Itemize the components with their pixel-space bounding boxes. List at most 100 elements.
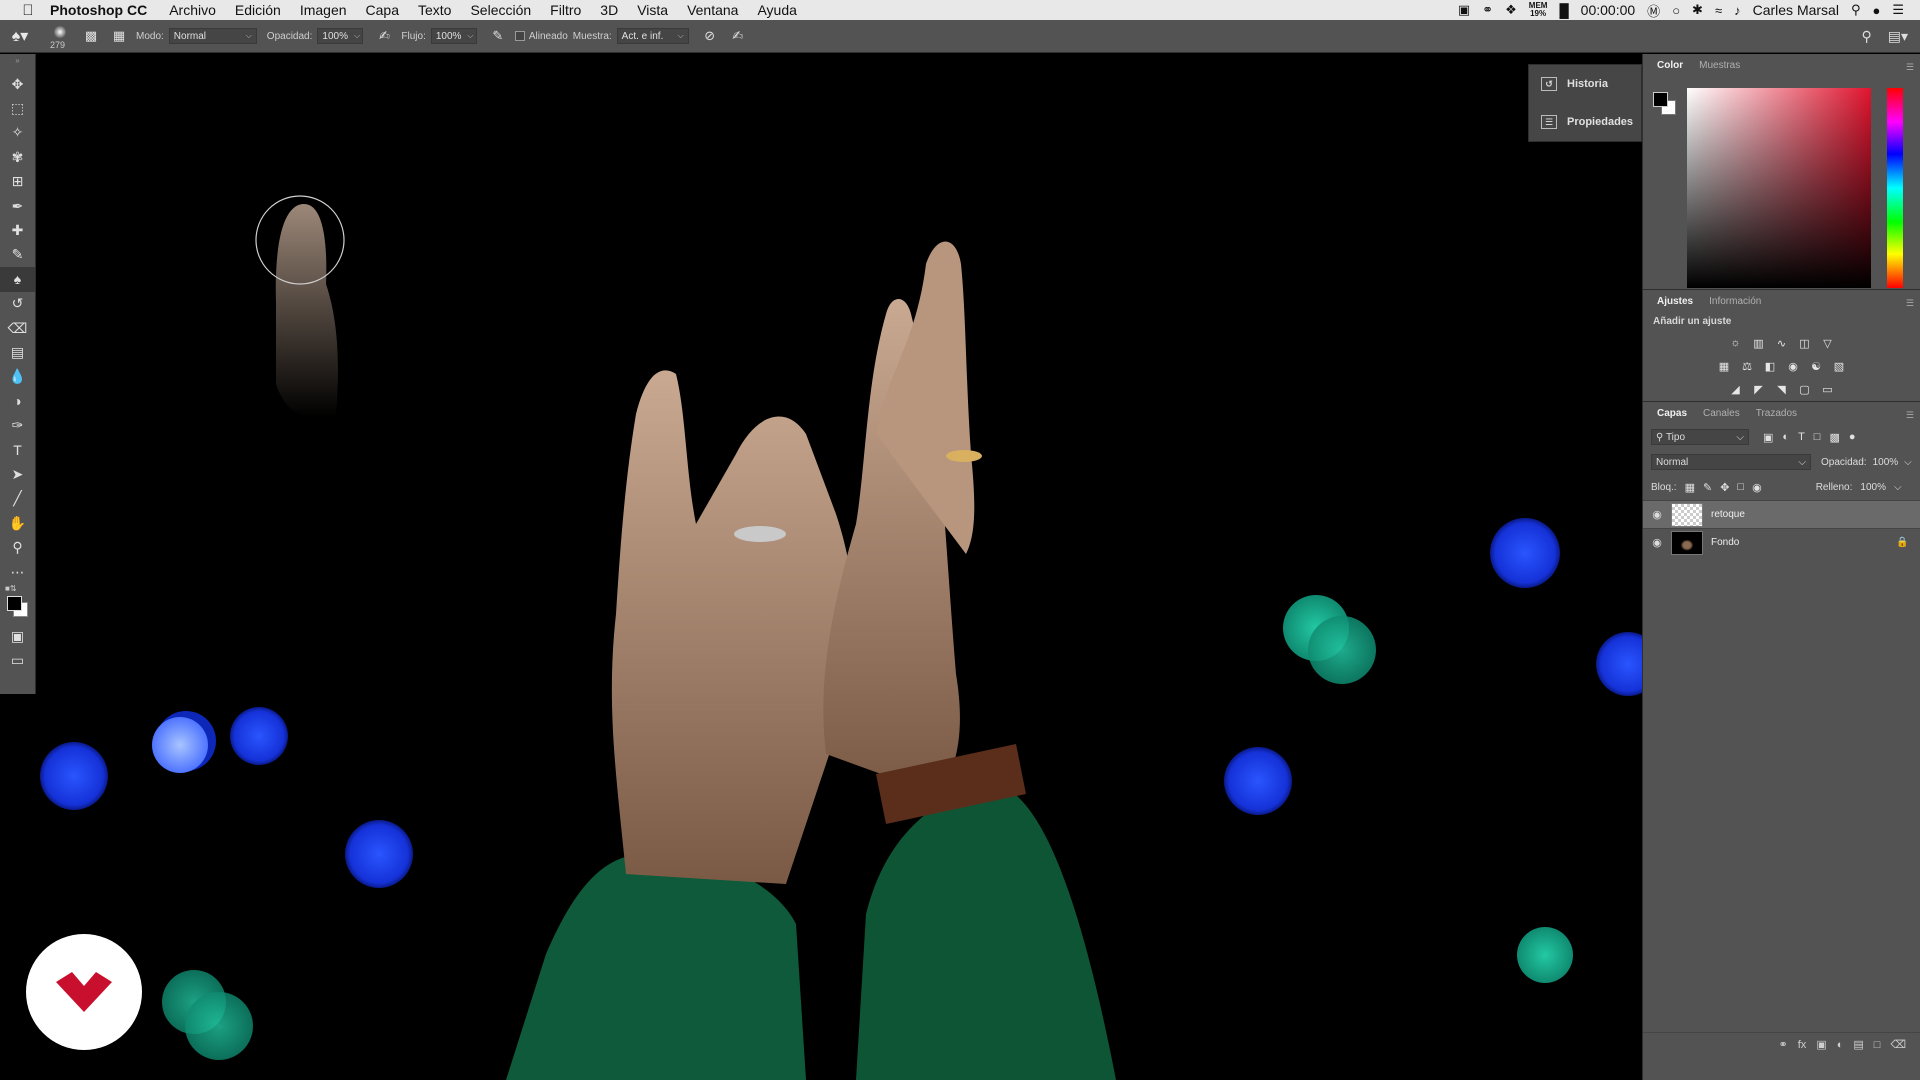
threshold-icon[interactable]: ◥ <box>1774 382 1790 396</box>
selective-color-icon[interactable]: ▢ <box>1797 382 1813 396</box>
properties-panel-button[interactable]: ☰ Propiedades <box>1529 103 1641 141</box>
pressure-opacity-icon[interactable]: ✍ <box>373 27 395 45</box>
airbrush-icon[interactable]: ✎ <box>487 27 509 45</box>
document-canvas[interactable] <box>36 54 1642 1080</box>
user-name[interactable]: Carles Marsal <box>1753 2 1839 18</box>
tab-swatches[interactable]: Muestras <box>1691 60 1748 76</box>
add-mask-icon[interactable]: ▣ <box>1816 1038 1826 1051</box>
shape-filter-icon[interactable]: □ <box>1814 431 1821 444</box>
foreground-color-swatch[interactable] <box>7 596 22 612</box>
ignore-adjustment-layers-icon[interactable]: ⊘ <box>699 27 721 45</box>
menu-filtro[interactable]: Filtro <box>550 2 581 18</box>
clone-stamp-tool-icon[interactable]: ♠ <box>0 267 35 292</box>
tab-paths[interactable]: Trazados <box>1748 408 1805 424</box>
tab-color[interactable]: Color <box>1649 60 1691 76</box>
dodge-tool-icon[interactable]: ◑ <box>0 389 35 413</box>
tab-channels[interactable]: Canales <box>1695 408 1748 424</box>
search-icon[interactable]: ⚲ <box>1861 28 1871 45</box>
m-icon[interactable]: Ⓜ <box>1647 1 1660 20</box>
vibrance-icon[interactable]: ▽ <box>1820 336 1836 350</box>
layer-row-fondo[interactable]: ◉ Fondo 🔒 <box>1643 528 1920 556</box>
hand-tool-icon[interactable]: ✋ <box>0 511 35 535</box>
line-tool-icon[interactable]: ╱ <box>0 487 35 511</box>
lock-transparency-icon[interactable]: ▦ <box>1685 481 1695 494</box>
panel-menu-icon[interactable]: ☰ <box>1906 410 1914 421</box>
filter-toggle-icon[interactable]: ● <box>1849 431 1856 444</box>
layer-opacity-field[interactable]: 100% <box>1873 455 1899 469</box>
app-name-menu[interactable]: Photoshop CC <box>50 2 147 18</box>
lock-pixels-icon[interactable]: ✎ <box>1703 481 1712 494</box>
link-layers-icon[interactable]: ⚭ <box>1779 1038 1788 1051</box>
type-filter-icon[interactable]: T <box>1798 431 1805 444</box>
channel-mixer-icon[interactable]: ☯ <box>1808 359 1824 373</box>
wc-icon[interactable]: █ <box>1559 3 1568 18</box>
history-panel-button[interactable]: ↺ Historia <box>1529 65 1641 103</box>
menu-ayuda[interactable]: Ayuda <box>757 2 796 18</box>
brush-preset-picker[interactable]: 279 <box>40 20 80 53</box>
menu-edicion[interactable]: Edición <box>235 2 281 18</box>
panel-menu-icon[interactable]: ☰ <box>1906 62 1914 73</box>
quick-mask-icon[interactable]: ▣ <box>0 624 35 648</box>
photo-filter-icon[interactable]: ◉ <box>1785 359 1801 373</box>
more-tools-icon[interactable]: ⋯ <box>0 560 35 584</box>
move-tool-icon[interactable]: ✥ <box>0 72 35 96</box>
menu-vista[interactable]: Vista <box>637 2 668 18</box>
gradient-map-icon[interactable]: ▭ <box>1820 382 1836 396</box>
menu-texto[interactable]: Texto <box>418 2 451 18</box>
zoom-tool-icon[interactable]: ⚲ <box>0 535 35 559</box>
invert-icon[interactable]: ◢ <box>1728 382 1744 396</box>
layer-name[interactable]: Fondo <box>1711 537 1896 548</box>
eraser-tool-icon[interactable]: ⌫ <box>0 316 35 340</box>
tab-adjustments[interactable]: Ajustes <box>1649 296 1701 312</box>
pen-tool-icon[interactable]: ✑ <box>0 413 35 437</box>
blend-mode-select[interactable]: Normal ⌵ <box>1651 454 1811 470</box>
lock-position-icon[interactable]: ✥ <box>1720 481 1729 494</box>
aligned-checkbox[interactable] <box>514 31 525 41</box>
healing-brush-tool-icon[interactable]: ✚ <box>0 218 35 242</box>
flow-field[interactable]: 100% ⌵ <box>430 28 477 44</box>
chat-icon[interactable]: ○ <box>1672 3 1680 18</box>
curves-icon[interactable]: ∿ <box>1774 336 1790 350</box>
brightness-contrast-icon[interactable]: ☼ <box>1728 336 1744 350</box>
eye-icon[interactable]: ◉ <box>1643 508 1671 521</box>
volume-icon[interactable]: ♪ <box>1734 3 1741 18</box>
menu-3d[interactable]: 3D <box>600 2 618 18</box>
dropbox-icon[interactable]: ❖ <box>1505 2 1517 18</box>
eye-icon[interactable]: ◉ <box>1643 536 1671 549</box>
color-lookup-icon[interactable]: ▧ <box>1831 359 1847 373</box>
menu-seleccion[interactable]: Selección <box>470 2 531 18</box>
menu-archivo[interactable]: Archivo <box>169 2 216 18</box>
lock-artboard-icon[interactable]: □ <box>1737 481 1744 493</box>
screen-mode-icon[interactable]: ▭ <box>0 649 35 673</box>
delete-layer-icon[interactable]: ⌫ <box>1890 1038 1906 1051</box>
chevron-down-icon[interactable]: ⌵ <box>1894 480 1902 494</box>
clone-source-panel-icon[interactable]: ▦ <box>108 27 130 45</box>
foreground-color-swatch[interactable] <box>1653 92 1668 107</box>
color-balance-icon[interactable]: ⚖ <box>1739 359 1755 373</box>
history-brush-tool-icon[interactable]: ↺ <box>0 292 35 316</box>
chevron-down-icon[interactable]: ⌵ <box>1904 455 1912 469</box>
gradient-tool-icon[interactable]: ▤ <box>0 340 35 364</box>
brush-tool-icon[interactable]: ✎ <box>0 243 35 267</box>
creative-cloud-icon[interactable]: ⚭ <box>1482 2 1493 18</box>
siri-icon[interactable]: ● <box>1872 3 1880 18</box>
quick-selection-tool-icon[interactable]: ✾ <box>0 145 35 169</box>
fill-field[interactable]: 100% <box>1860 480 1886 494</box>
wifi-icon[interactable]: ≈ <box>1715 3 1722 18</box>
bluetooth-icon[interactable]: ✱ <box>1692 2 1703 18</box>
opacity-field[interactable]: 100% ⌵ <box>317 28 364 44</box>
pixel-filter-icon[interactable]: ▣ <box>1763 431 1773 444</box>
hue-saturation-icon[interactable]: ▦ <box>1716 359 1732 373</box>
panel-grip-icon[interactable]: » <box>0 54 35 72</box>
lasso-tool-icon[interactable]: ✧ <box>0 121 35 145</box>
menu-capa[interactable]: Capa <box>366 2 399 18</box>
panel-menu-icon[interactable]: ☰ <box>1906 298 1914 309</box>
crop-tool-icon[interactable]: ⊞ <box>0 170 35 194</box>
layer-style-icon[interactable]: fx <box>1798 1039 1807 1051</box>
path-selection-tool-icon[interactable]: ➤ <box>0 462 35 486</box>
sample-select[interactable]: Act. e inf. ⌵ <box>616 28 689 44</box>
default-colors-icon[interactable]: ■⇅ <box>5 584 17 593</box>
memory-indicator[interactable]: MEM 19% <box>1529 2 1548 18</box>
exposure-icon[interactable]: ◫ <box>1797 336 1813 350</box>
marquee-tool-icon[interactable]: ⬚ <box>0 96 35 120</box>
